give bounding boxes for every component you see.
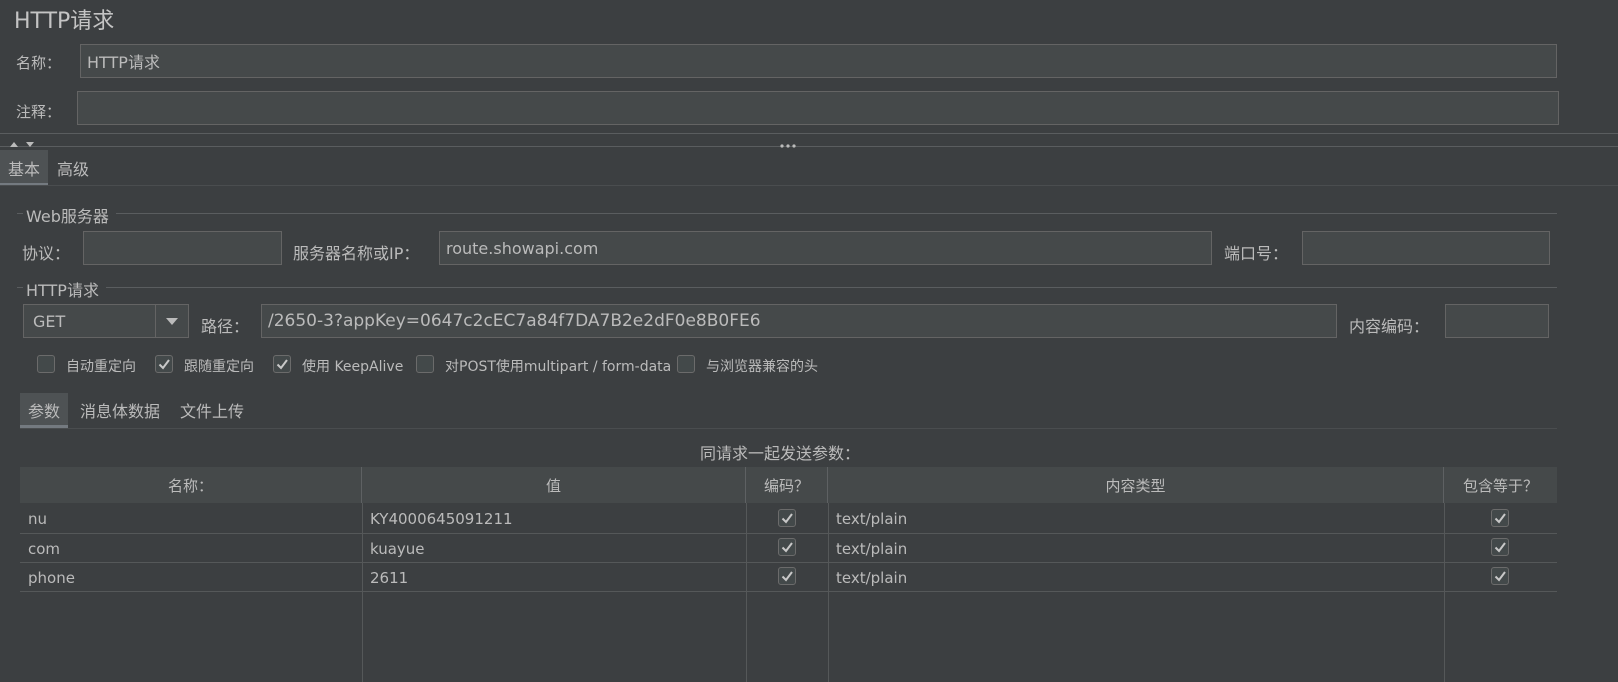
splitter-handle-icon[interactable] [778, 136, 798, 148]
column-divider [746, 503, 747, 682]
tab-basic-label: 基本 [7, 159, 40, 179]
tab-advanced[interactable]: 高级 [52, 150, 94, 185]
param-name-cell[interactable]: com [20, 534, 362, 563]
param-name-cell[interactable]: nu [20, 504, 362, 533]
checkmark-icon [1494, 513, 1506, 524]
checkmark-icon [781, 571, 793, 582]
column-header-content-type[interactable]: 内容类型 [828, 467, 1444, 503]
tab-body-data-label: 消息体数据 [79, 402, 160, 421]
column-header-encode[interactable]: 编码？ [746, 467, 828, 503]
browser-compatible-checkbox[interactable] [677, 355, 695, 373]
server-label: 服务器名称或IP： [293, 244, 420, 263]
encoding-label: 内容编码： [1349, 317, 1430, 336]
include-equals-checkbox[interactable] [1491, 567, 1509, 585]
column-header-name[interactable]: 名称： [20, 467, 362, 503]
server-field-value: route.showapi.com [446, 238, 599, 258]
encoding-field[interactable] [1445, 304, 1549, 338]
comment-field[interactable] [77, 91, 1559, 125]
name-field[interactable]: HTTP请求 [80, 44, 1557, 78]
tab-body-data[interactable]: 消息体数据 [72, 393, 168, 427]
http-request-legend-line [106, 287, 1557, 288]
browser-compatible-label: 与浏览器兼容的头 [706, 359, 818, 375]
port-field[interactable] [1302, 231, 1550, 265]
web-server-legend: Web服务器 [26, 207, 109, 226]
http-request-legend-line-left [17, 287, 23, 288]
subtabs-divider [20, 428, 1557, 429]
encode-checkbox[interactable] [778, 509, 796, 527]
column-header-value[interactable]: 值 [362, 467, 746, 503]
checkmark-icon [276, 359, 288, 370]
column-divider [1444, 503, 1445, 682]
checkmark-icon [158, 359, 170, 370]
splitter-line-bottom [0, 146, 1618, 147]
page-title: HTTP请求 [14, 9, 115, 34]
http-request-legend: HTTP请求 [26, 281, 99, 300]
method-select-value: GET [33, 312, 66, 331]
web-server-legend-line [116, 213, 1557, 214]
checkmark-icon [1494, 542, 1506, 553]
collapse-up-icon [10, 142, 34, 147]
path-field[interactable]: /2650-3?appKey=0647c2cEC7a84f7DA7B2e2dF0… [261, 304, 1337, 338]
port-label: 端口号： [1224, 244, 1289, 263]
protocol-field[interactable] [83, 231, 282, 265]
checkmark-icon [1494, 571, 1506, 582]
auto-redirect-checkbox[interactable] [37, 355, 55, 373]
comment-label: 注释： [16, 103, 62, 121]
column-header-include-equals[interactable]: 包含等于？ [1444, 467, 1557, 503]
content-type-cell[interactable]: text/plain [828, 563, 1444, 592]
tab-parameters[interactable]: 参数 [20, 393, 68, 427]
keepalive-checkbox[interactable] [273, 355, 291, 373]
protocol-label: 协议： [22, 244, 71, 263]
method-select-divider [155, 305, 156, 337]
splitter-line-top [0, 133, 1618, 134]
checkmark-icon [781, 542, 793, 553]
auto-redirect-label: 自动重定向 [66, 359, 136, 375]
row-divider [20, 591, 1557, 592]
multipart-label: 对POST使用multipart / form-data [445, 359, 672, 375]
multipart-checkbox[interactable] [416, 355, 434, 373]
server-field[interactable]: route.showapi.com [439, 231, 1212, 265]
tab-file-upload-label: 文件上传 [179, 402, 244, 421]
follow-redirect-label: 跟随重定向 [184, 359, 254, 375]
encode-checkbox[interactable] [778, 538, 796, 556]
params-caption: 同请求一起发送参数： [700, 444, 861, 463]
name-field-value: HTTP请求 [87, 53, 160, 72]
tab-file-upload[interactable]: 文件上传 [172, 393, 252, 427]
tab-basic[interactable]: 基本 [0, 150, 48, 185]
param-value-cell[interactable]: kuayue [362, 534, 746, 563]
tab-parameters-label: 参数 [27, 402, 60, 421]
tabs-divider [0, 185, 1618, 186]
keepalive-label: 使用 KeepAlive [302, 359, 404, 375]
follow-redirect-checkbox[interactable] [155, 355, 173, 373]
path-field-value: /2650-3?appKey=0647c2cEC7a84f7DA7B2e2dF0… [268, 311, 761, 331]
encode-checkbox[interactable] [778, 567, 796, 585]
web-server-legend-line-left [17, 213, 23, 214]
tab-advanced-label: 高级 [56, 159, 89, 179]
param-name-cell[interactable]: phone [20, 563, 362, 592]
include-equals-checkbox[interactable] [1491, 538, 1509, 556]
content-type-cell[interactable]: text/plain [828, 504, 1444, 533]
checkmark-icon [781, 513, 793, 524]
chevron-down-icon [166, 318, 178, 325]
include-equals-checkbox[interactable] [1491, 509, 1509, 527]
content-type-cell[interactable]: text/plain [828, 534, 1444, 563]
name-label: 名称： [16, 54, 62, 72]
param-value-cell[interactable]: KY4000645091211 [362, 504, 746, 533]
splitter-arrows[interactable] [8, 135, 38, 147]
path-label: 路径： [201, 317, 250, 336]
method-select[interactable]: GET [23, 304, 189, 338]
param-value-cell[interactable]: 2611 [362, 563, 746, 592]
